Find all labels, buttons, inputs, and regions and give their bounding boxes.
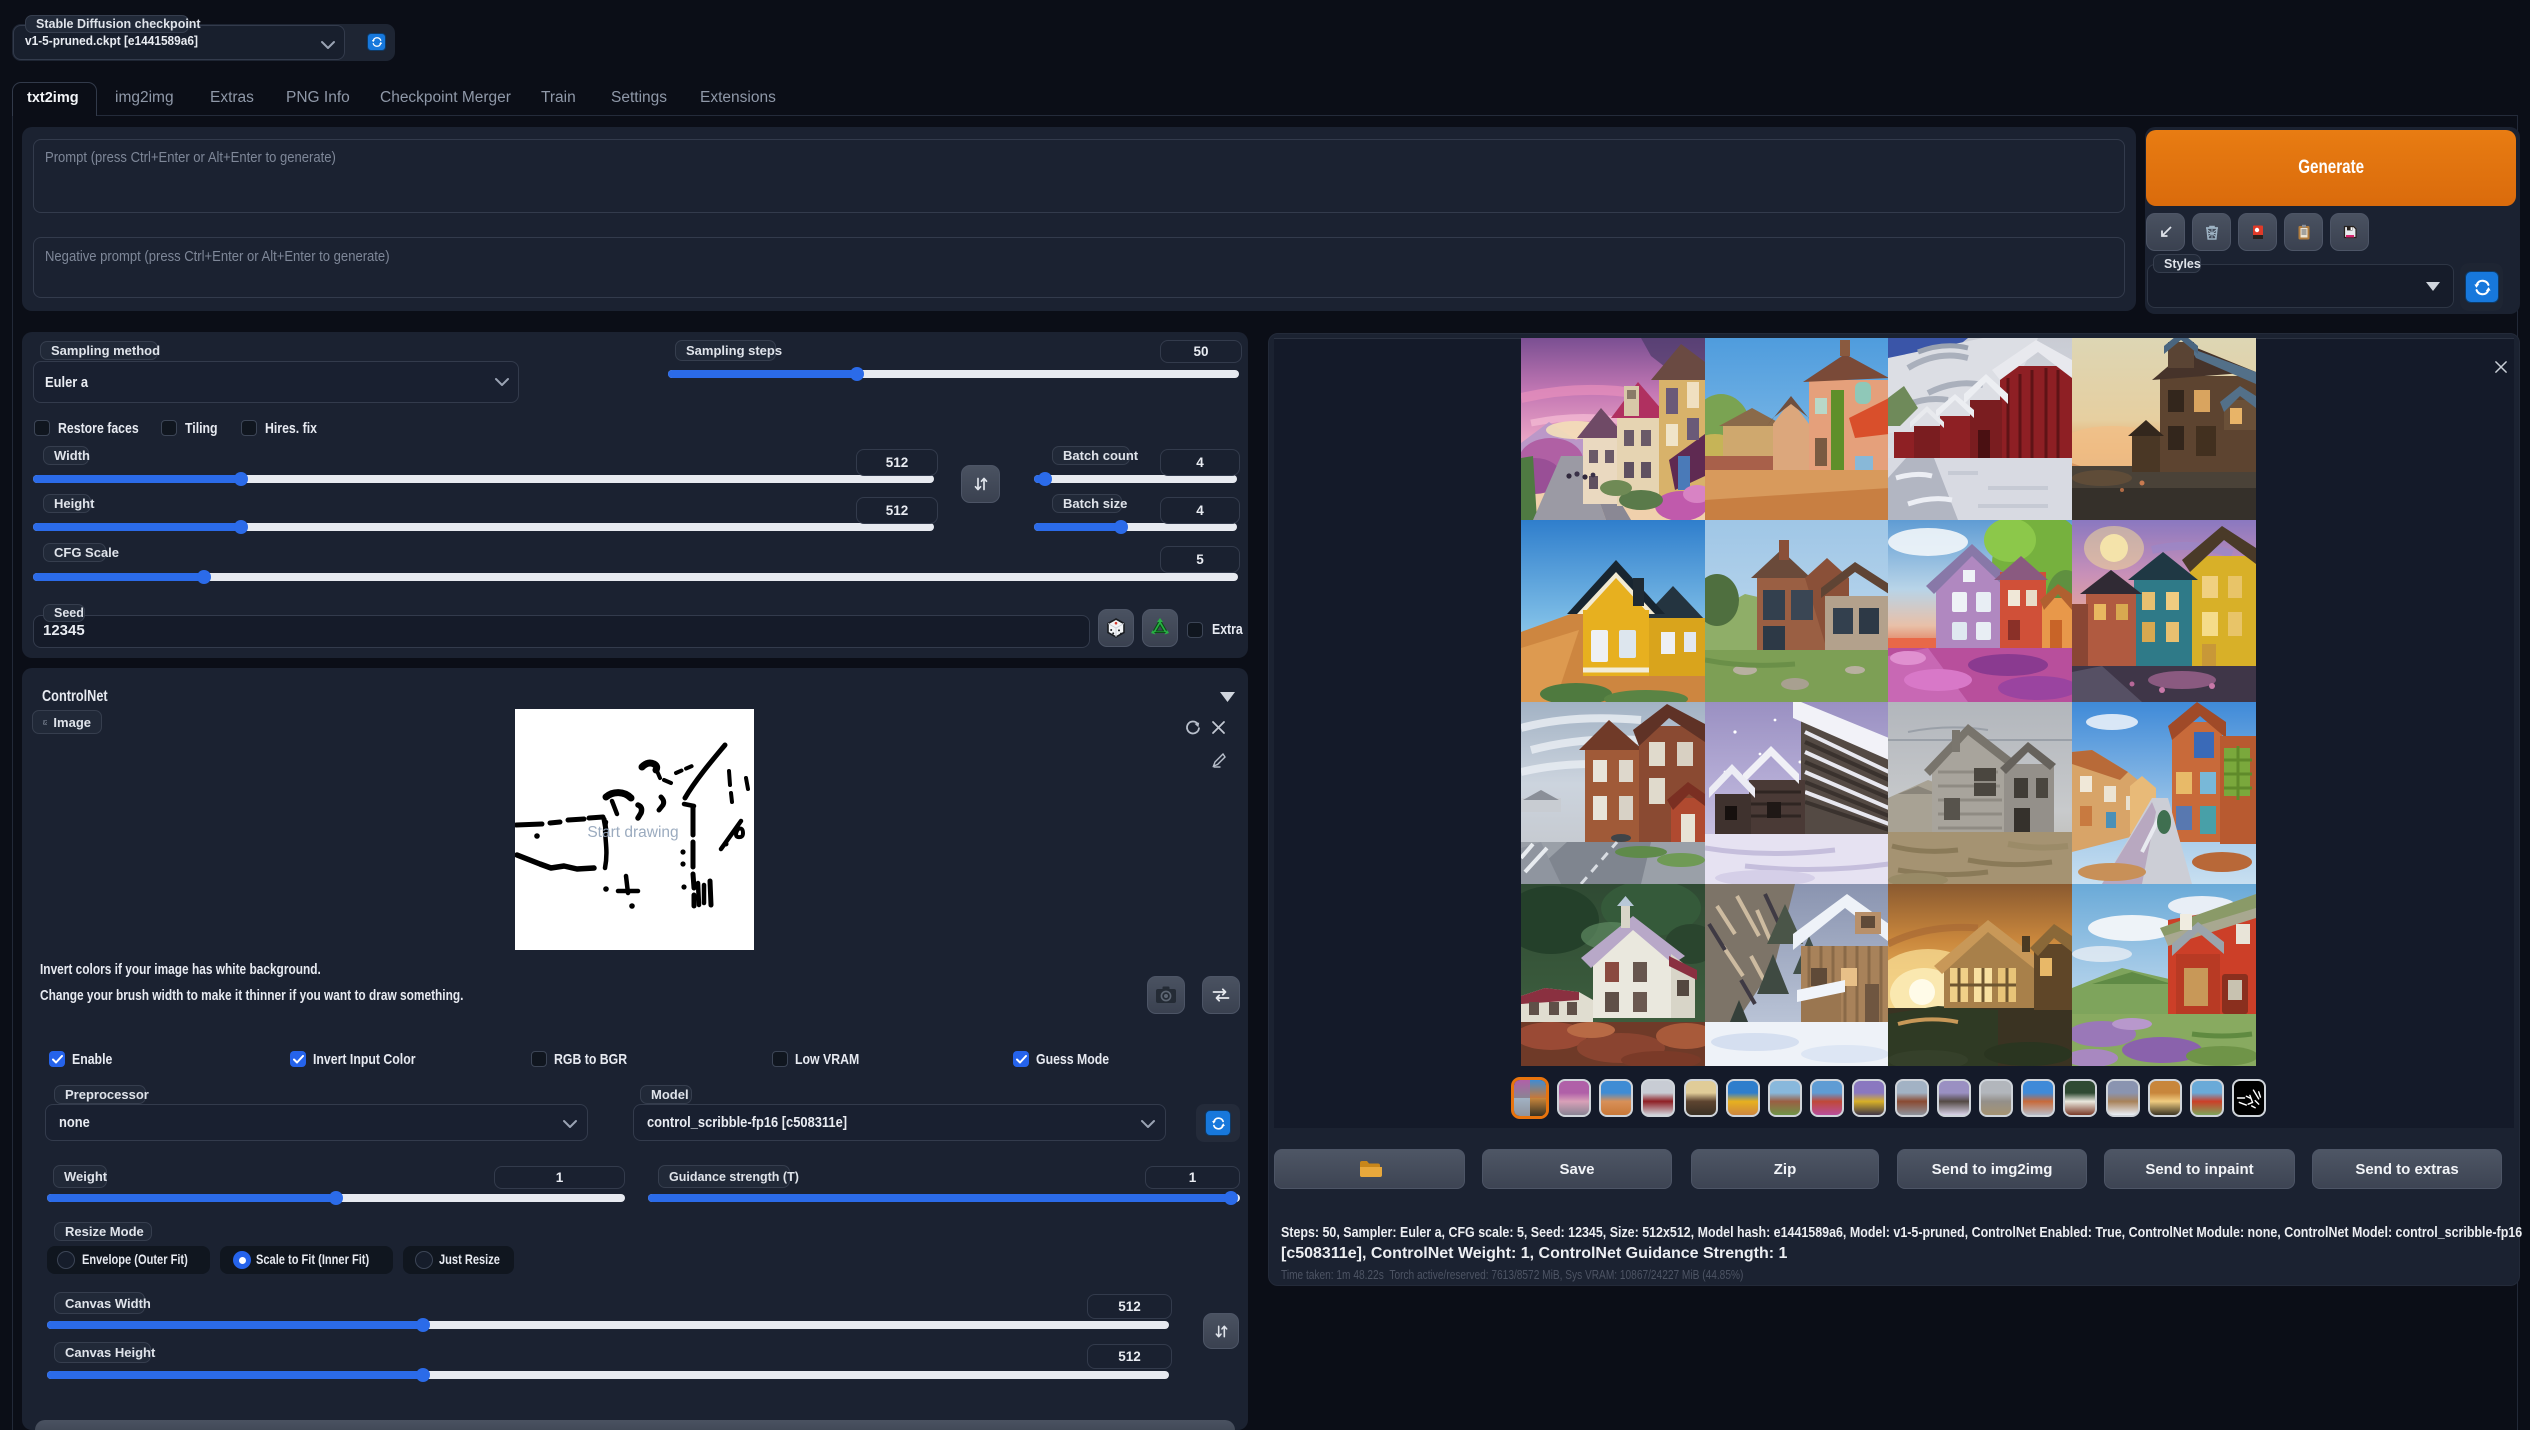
svg-text:Start drawing: Start drawing	[587, 824, 678, 841]
